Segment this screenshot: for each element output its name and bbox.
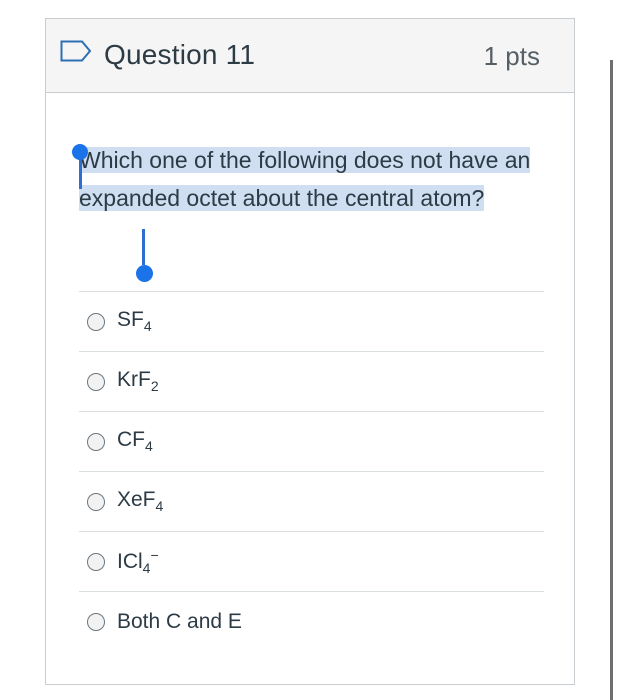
answer-label: CF4 bbox=[117, 428, 153, 455]
question-header: Question 11 1 pts bbox=[46, 19, 574, 93]
answer-label: ICl4− bbox=[117, 546, 159, 577]
selection-start-handle[interactable] bbox=[72, 144, 88, 160]
answer-option-e[interactable]: ICl4− bbox=[79, 532, 544, 592]
answer-label: KrF2 bbox=[117, 368, 159, 395]
selection-start-caret bbox=[79, 159, 82, 189]
selection-end-handle[interactable] bbox=[136, 265, 153, 282]
radio-button[interactable] bbox=[87, 492, 105, 511]
radio-button[interactable] bbox=[87, 552, 105, 571]
answer-option-d[interactable]: XeF4 bbox=[79, 472, 544, 532]
selection-end-caret bbox=[142, 229, 145, 265]
answer-label: Both C and E bbox=[117, 610, 242, 633]
page-scrollbar[interactable] bbox=[610, 60, 613, 700]
question-text: Which one of the following does not have… bbox=[79, 141, 545, 217]
radio-button[interactable] bbox=[87, 613, 105, 631]
quiz-page: Question 11 1 pts Which one of the follo… bbox=[0, 0, 621, 700]
question-text-block: Which one of the following does not have… bbox=[79, 141, 545, 217]
answer-option-c[interactable]: CF4 bbox=[79, 412, 544, 472]
answer-list: SF4 KrF2 CF4 XeF4 ICl4− Both C and E bbox=[79, 291, 544, 652]
radio-button[interactable] bbox=[87, 372, 105, 391]
answer-label: XeF4 bbox=[117, 488, 164, 515]
answer-label: SF4 bbox=[117, 308, 152, 335]
answer-option-a[interactable]: SF4 bbox=[79, 292, 544, 352]
radio-button[interactable] bbox=[87, 312, 105, 331]
flag-question-icon[interactable] bbox=[60, 40, 92, 62]
question-card: Question 11 1 pts Which one of the follo… bbox=[45, 18, 575, 685]
radio-button[interactable] bbox=[87, 432, 105, 451]
answer-option-f[interactable]: Both C and E bbox=[79, 592, 544, 652]
question-points: 1 pts bbox=[483, 41, 540, 71]
question-title: Question 11 bbox=[104, 39, 256, 70]
answer-option-b[interactable]: KrF2 bbox=[79, 352, 544, 412]
selected-question-text: Which one of the following does not have… bbox=[79, 147, 531, 211]
